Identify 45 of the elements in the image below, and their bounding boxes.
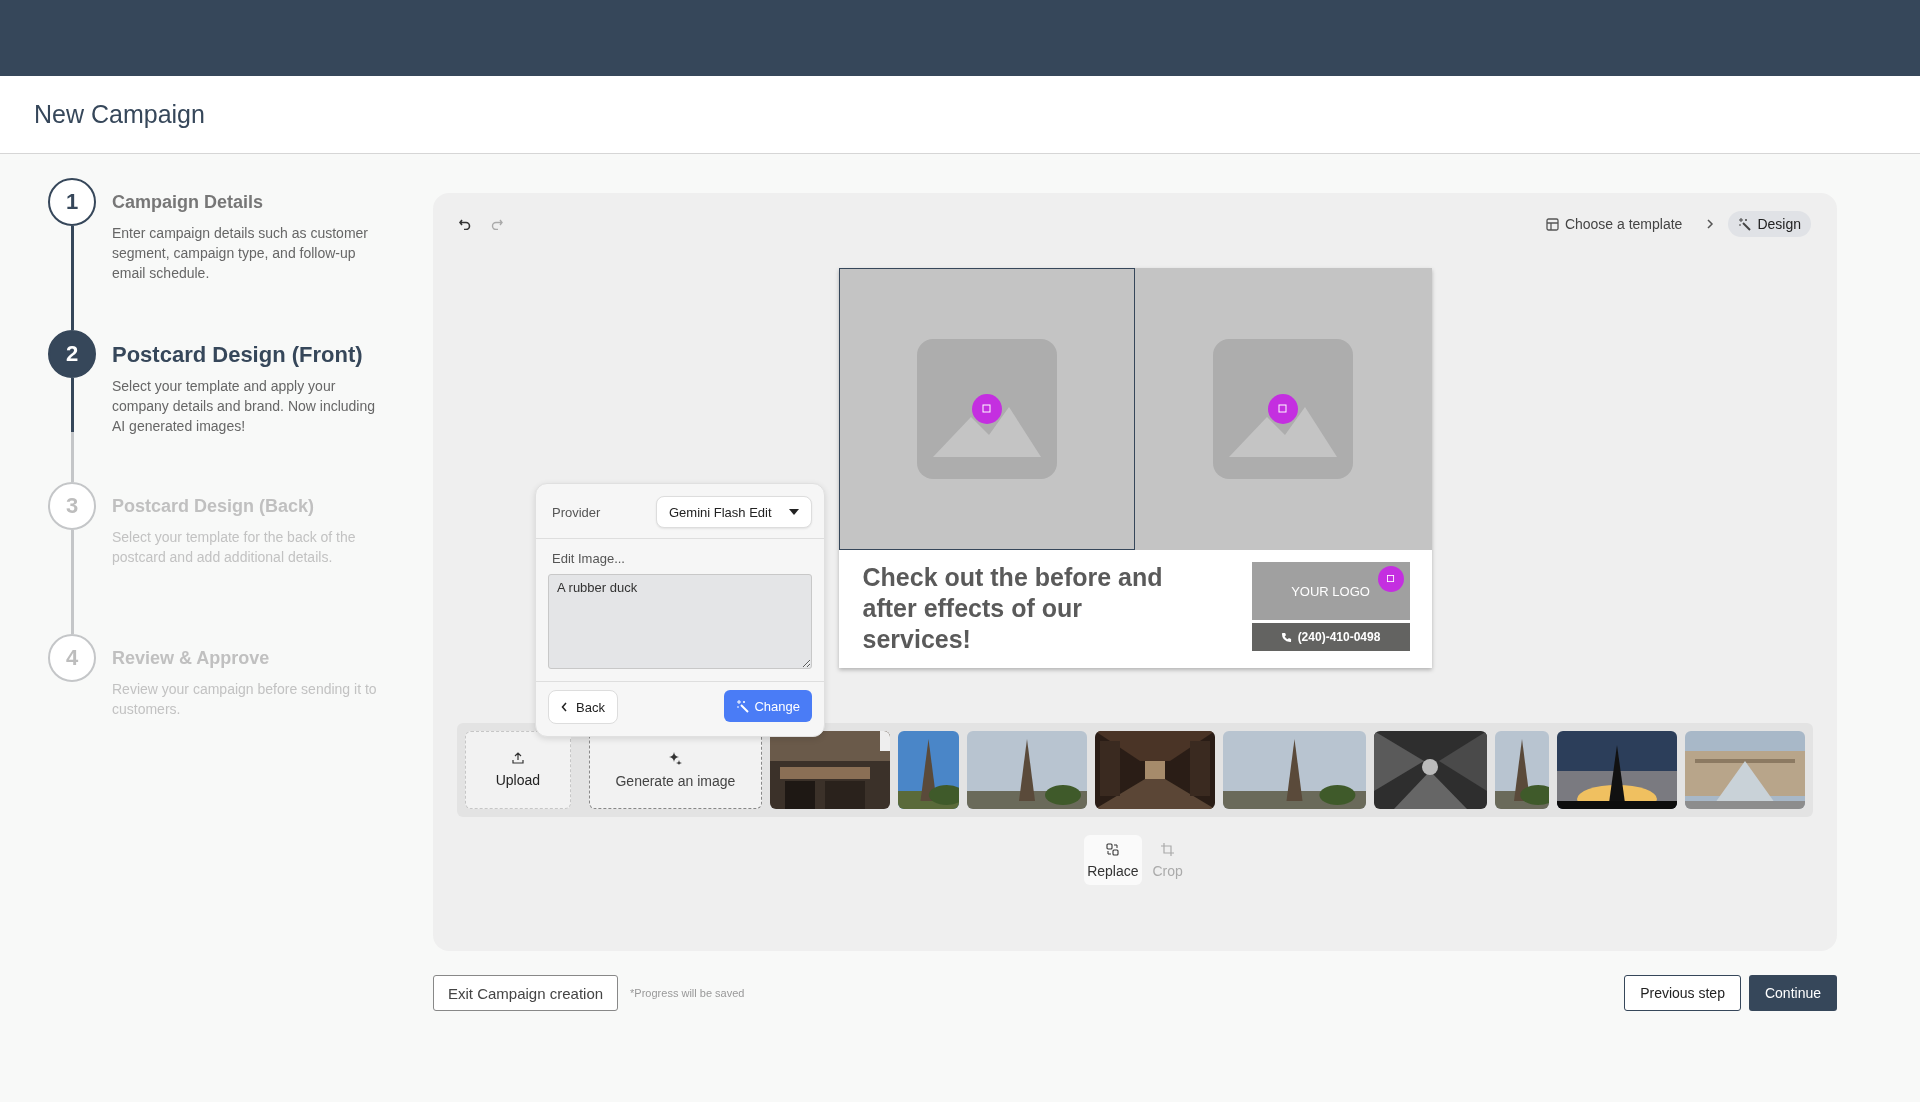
provider-label: Provider (552, 504, 601, 520)
step-title: Postcard Design (Back) (112, 496, 316, 517)
wand-icon (1738, 217, 1752, 231)
chevron-left-icon (561, 702, 568, 712)
phone-number: (240)-410-0498 (1251, 623, 1410, 651)
step-description: Enter campaign details such as customer segment, campaign type, and follow-up email schedule. (112, 224, 369, 283)
step-title: Postcard Design (Front) (112, 342, 364, 368)
caret-icon (789, 509, 799, 515)
prompt-label: Edit Image... (551, 551, 626, 566)
back-button[interactable]: Back (548, 690, 618, 724)
page-title: New Campaign (34, 100, 205, 129)
step-number: 4 (48, 634, 96, 682)
phone-icon (1280, 631, 1292, 643)
continue-button[interactable]: Continue (1748, 975, 1837, 1011)
sparkle-icon (668, 751, 683, 765)
upload-button[interactable]: Upload (465, 731, 571, 809)
step-description: Select your template and apply your company details and brand. Now including AI generated images! (112, 377, 377, 436)
step-title: Campaign Details (112, 192, 265, 213)
image-tool-button[interactable]: Replace (1084, 835, 1142, 885)
breadcrumb-tab[interactable]: Design (1728, 211, 1811, 237)
prompt-field[interactable]: A rubber duck (548, 574, 812, 669)
marker-dot-icon[interactable] (971, 394, 1002, 424)
previous-step-button[interactable]: Previous step (1624, 975, 1741, 1011)
crop-icon (1161, 843, 1175, 856)
marker-dot-icon[interactable] (1377, 566, 1404, 592)
postcard-headline: Check out the before and after effects of our services! (862, 562, 1164, 655)
chevron-right-icon (1706, 218, 1715, 230)
undo-icon[interactable] (459, 218, 471, 230)
step-number: 1 (48, 178, 96, 226)
image-placeholder-icon (1213, 339, 1354, 479)
template-icon (1545, 217, 1559, 231)
image-placeholder-icon (916, 339, 1057, 479)
upload-icon (511, 752, 524, 764)
change-button[interactable]: Change (724, 690, 812, 722)
image-placeholder[interactable] (838, 268, 1135, 550)
exit-button[interactable]: Exit Campaign creation (433, 975, 619, 1011)
breadcrumb-tab[interactable]: Choose a template (1535, 211, 1693, 237)
wand-icon (736, 699, 750, 713)
step-title: Review & Approve (112, 648, 271, 669)
marker-dot-icon[interactable] (1268, 394, 1299, 424)
progress-note: *Progress will be saved (630, 987, 745, 999)
provider-dropdown[interactable]: Gemini Flash Edit (656, 496, 812, 528)
step-number: 2 (48, 330, 96, 378)
step-number: 3 (48, 482, 96, 530)
replace-icon (1106, 843, 1120, 856)
